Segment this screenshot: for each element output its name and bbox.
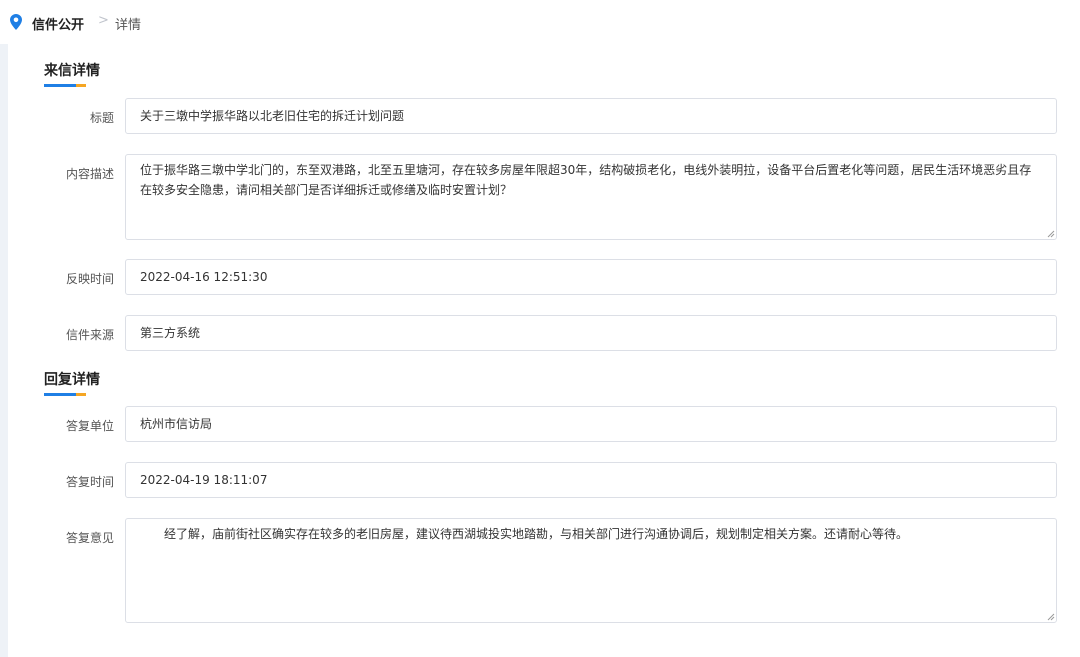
report-time-label: 反映时间 bbox=[65, 272, 114, 286]
location-pin-icon bbox=[10, 14, 22, 30]
reply-unit-field[interactable]: 杭州市信访局 bbox=[125, 406, 1057, 442]
report-time-field[interactable]: 2022-04-16 12:51:30 bbox=[125, 259, 1057, 295]
breadcrumb: 信件公开 > 详情 bbox=[0, 0, 1080, 44]
content-textarea[interactable]: 位于振华路三墩中学北门的，东至双港路，北至五里塘河，存在较多房屋年限超30年，结… bbox=[125, 154, 1057, 240]
title-field[interactable]: 关于三墩中学振华路以北老旧住宅的拆迁计划问题 bbox=[125, 98, 1057, 134]
reply-opinion-text: 经了解，庙前街社区确实存在较多的老旧房屋，建议待西湖城投实地踏勘，与相关部门进行… bbox=[164, 527, 909, 541]
reply-time-label: 答复时间 bbox=[65, 475, 114, 489]
resize-handle-icon[interactable] bbox=[1047, 230, 1055, 238]
source-label: 信件来源 bbox=[65, 328, 114, 342]
letter-section-title: 来信详情 bbox=[44, 63, 100, 79]
reply-opinion-textarea[interactable]: 经了解，庙前街社区确实存在较多的老旧房屋，建议待西湖城投实地踏勘，与相关部门进行… bbox=[125, 518, 1057, 623]
breadcrumb-home[interactable]: 信件公开 bbox=[32, 14, 84, 33]
detail-panel: 来信详情 标题 关于三墩中学振华路以北老旧住宅的拆迁计划问题 内容描述 位于振华… bbox=[8, 44, 1080, 657]
reply-section-underline bbox=[44, 393, 86, 396]
source-field[interactable]: 第三方系统 bbox=[125, 315, 1057, 351]
reply-section-title: 回复详情 bbox=[44, 372, 100, 388]
reply-opinion-label: 答复意见 bbox=[65, 531, 114, 545]
content-text: 位于振华路三墩中学北门的，东至双港路，北至五里塘河，存在较多房屋年限超30年，结… bbox=[140, 163, 1032, 197]
resize-handle-icon[interactable] bbox=[1047, 613, 1055, 621]
title-label: 标题 bbox=[89, 111, 114, 125]
reply-unit-label: 答复单位 bbox=[65, 419, 114, 433]
reply-time-field[interactable]: 2022-04-19 18:11:07 bbox=[125, 462, 1057, 498]
letter-section-underline bbox=[44, 84, 86, 87]
breadcrumb-current: 详情 bbox=[115, 18, 142, 33]
breadcrumb-separator: > bbox=[98, 13, 109, 28]
content-label: 内容描述 bbox=[65, 167, 114, 181]
